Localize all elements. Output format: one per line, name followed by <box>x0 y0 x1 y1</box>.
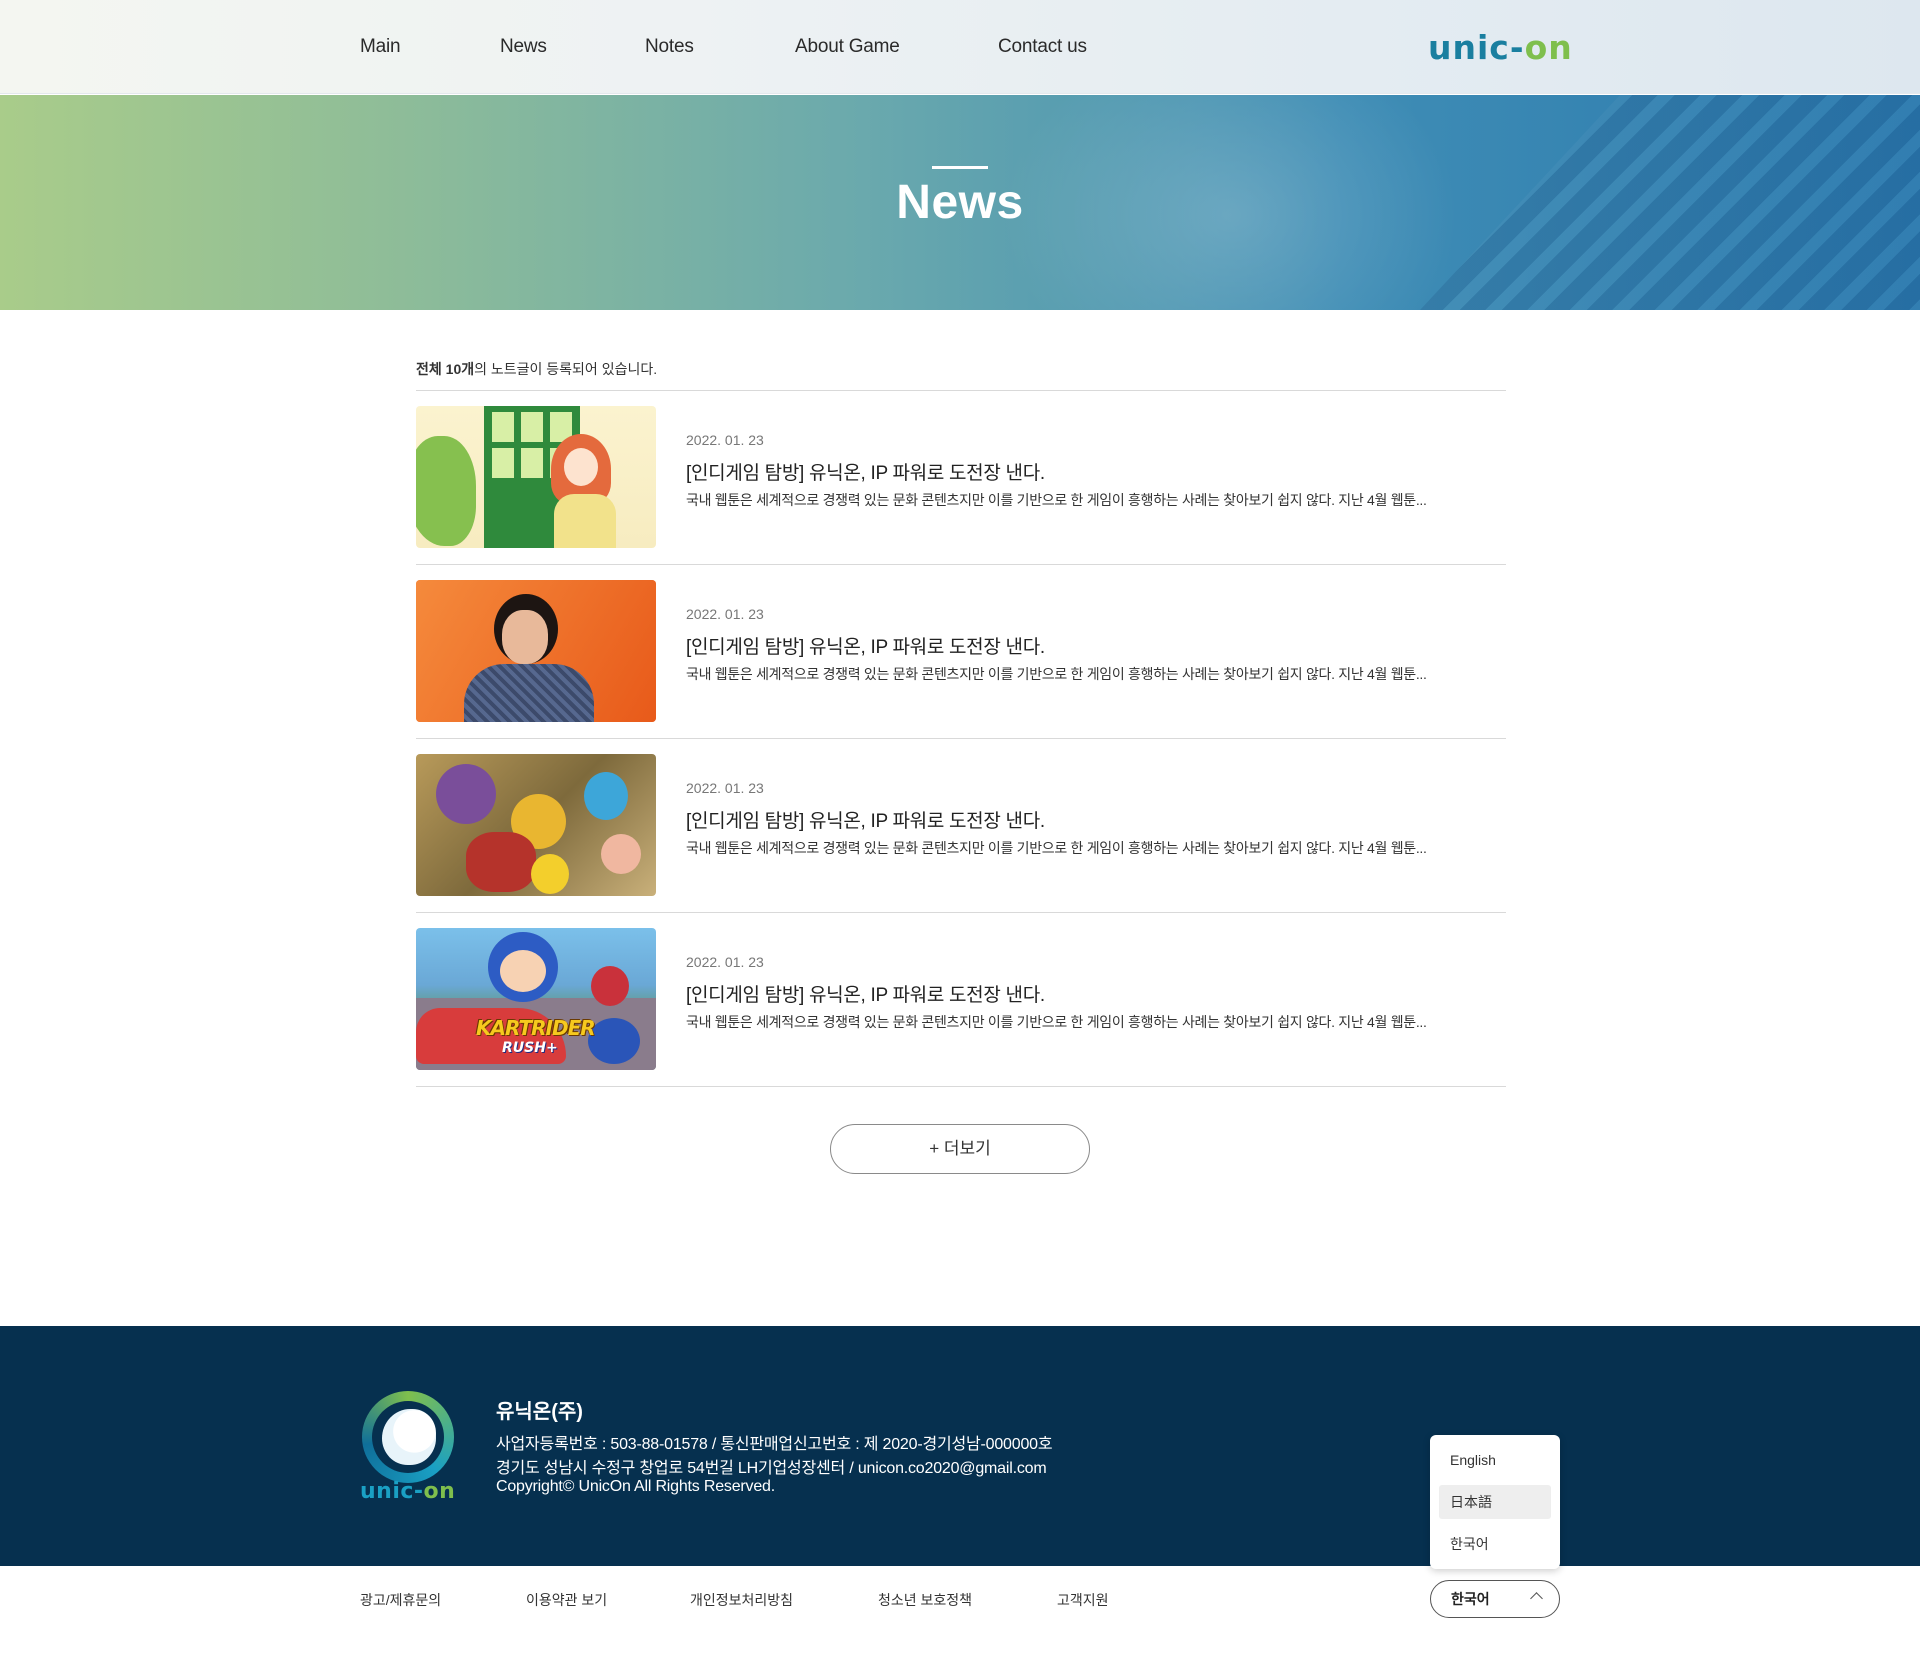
count-number: 10개 <box>445 361 475 377</box>
leaf-illustration <box>416 436 476 546</box>
game-character <box>601 834 641 874</box>
post-count: 전체 10개의 노트글이 등록되어 있습니다. <box>416 359 657 379</box>
main-nav: Main News Notes About Game Contact us <box>360 0 1118 94</box>
chevron-up-icon <box>1530 1592 1543 1605</box>
language-current: 한국어 <box>1451 1591 1490 1607</box>
news-date: 2022. 01. 23 <box>686 432 764 448</box>
girl-body <box>554 494 616 548</box>
language-select[interactable]: 한국어 <box>1430 1580 1560 1618</box>
logo-text-unic: unic- <box>1428 28 1525 67</box>
link-advertising[interactable]: 광고/제휴문의 <box>360 1590 526 1610</box>
count-prefix: 전체 <box>416 361 446 377</box>
site-logo[interactable]: unic-on <box>1428 28 1573 67</box>
news-list: 2022. 01. 23 [인디게임 탐방] 유닉온, IP 파워로 도전장 낸… <box>416 391 1506 1087</box>
business-registration: 사업자등록번호 : 503-88-01578 / 통신판매업신고번호 : 제 2… <box>496 1436 1053 1453</box>
game-logo-subtext: RUSH+ <box>502 1040 558 1056</box>
nav-news[interactable]: News <box>500 36 645 58</box>
game-logo-text: KARTRIDER <box>476 1016 596 1040</box>
language-option-english[interactable]: English <box>1439 1443 1551 1477</box>
nav-notes[interactable]: Notes <box>645 36 795 58</box>
racer-character <box>588 1018 640 1064</box>
link-youth-policy[interactable]: 청소년 보호정책 <box>878 1590 1057 1610</box>
footer-links: 광고/제휴문의 이용약관 보기 개인정보처리방침 청소년 보호정책 고객지원 <box>360 1590 1137 1610</box>
news-title[interactable]: [인디게임 탐방] 유닉온, IP 파워로 도전장 낸다. <box>686 632 1045 659</box>
news-excerpt: 국내 웹툰은 세계적으로 경쟁력 있는 문화 콘텐츠지만 이를 기반으로 한 게… <box>686 666 1427 682</box>
girl-face <box>564 448 598 486</box>
page-title: News <box>896 176 1024 229</box>
nav-about-game[interactable]: About Game <box>795 36 998 58</box>
site-footer: unic-on 유닉온(주) 사업자등록번호 : 503-88-01578 / … <box>0 1326 1920 1566</box>
news-date: 2022. 01. 23 <box>686 780 764 796</box>
news-item[interactable]: 2022. 01. 23 [인디게임 탐방] 유닉온, IP 파워로 도전장 낸… <box>416 391 1506 565</box>
news-title[interactable]: [인디게임 탐방] 유닉온, IP 파워로 도전장 낸다. <box>686 458 1045 485</box>
count-suffix: 의 노트글이 등록되어 있습니다. <box>474 361 658 377</box>
news-thumbnail[interactable] <box>416 580 656 722</box>
hero-title-bar <box>932 166 988 169</box>
news-thumbnail[interactable] <box>416 754 656 896</box>
news-title[interactable]: [인디게임 탐방] 유닉온, IP 파워로 도전장 낸다. <box>686 980 1045 1007</box>
news-item[interactable]: 2022. 01. 23 [인디게임 탐방] 유닉온, IP 파워로 도전장 낸… <box>416 565 1506 739</box>
racer-character <box>591 966 629 1006</box>
unicorn-icon <box>382 1409 436 1465</box>
racer-face <box>500 950 546 992</box>
company-name: 유닉온(주) <box>496 1401 583 1423</box>
news-date: 2022. 01. 23 <box>686 954 764 970</box>
game-character <box>584 772 628 820</box>
news-item[interactable]: 2022. 01. 23 [인디게임 탐방] 유닉온, IP 파워로 도전장 낸… <box>416 739 1506 913</box>
copyright: Copyright© UnicOn All Rights Reserved. <box>496 1478 775 1495</box>
news-item[interactable]: KARTRIDER RUSH+ 2022. 01. 23 [인디게임 탐방] 유… <box>416 913 1506 1087</box>
nav-contact-us[interactable]: Contact us <box>998 36 1118 58</box>
game-character <box>466 832 536 892</box>
news-thumbnail[interactable] <box>416 406 656 548</box>
footer-logo-unic: unic- <box>360 1479 424 1504</box>
site-header: Main News Notes About Game Contact us un… <box>0 0 1920 94</box>
game-character <box>436 764 496 824</box>
footer-logo: unic-on <box>360 1391 456 1504</box>
news-title[interactable]: [인디게임 탐방] 유닉온, IP 파워로 도전장 낸다. <box>686 806 1045 833</box>
news-date: 2022. 01. 23 <box>686 606 764 622</box>
link-privacy[interactable]: 개인정보처리방침 <box>690 1590 878 1610</box>
news-excerpt: 국내 웹툰은 세계적으로 경쟁력 있는 문화 콘텐츠지만 이를 기반으로 한 게… <box>686 492 1427 508</box>
footer-logo-wordmark: unic-on <box>360 1479 455 1504</box>
link-support[interactable]: 고객지원 <box>1057 1590 1137 1610</box>
footer-logo-on: on <box>423 1479 456 1504</box>
person-face <box>502 610 548 664</box>
language-dropdown-menu: English 日本語 한국어 <box>1430 1435 1560 1569</box>
news-excerpt: 국내 웹툰은 세계적으로 경쟁력 있는 문화 콘텐츠지만 이를 기반으로 한 게… <box>686 840 1427 856</box>
game-character <box>531 854 569 894</box>
news-excerpt: 국내 웹툰은 세계적으로 경쟁력 있는 문화 콘텐츠지만 이를 기반으로 한 게… <box>686 1014 1427 1030</box>
language-option-japanese[interactable]: 日本語 <box>1439 1485 1551 1519</box>
language-option-korean[interactable]: 한국어 <box>1439 1527 1551 1561</box>
load-more-button[interactable]: + 더보기 <box>830 1124 1090 1174</box>
logo-text-on: on <box>1524 28 1573 67</box>
link-terms[interactable]: 이용약관 보기 <box>526 1590 690 1610</box>
person-shirt <box>464 664 594 722</box>
company-address: 경기도 성남시 수정구 창업로 54번길 LH기업성장센터 / unicon.c… <box>496 1460 1047 1477</box>
nav-main[interactable]: Main <box>360 36 500 58</box>
news-thumbnail[interactable]: KARTRIDER RUSH+ <box>416 928 656 1070</box>
hero-banner: News <box>0 95 1920 310</box>
